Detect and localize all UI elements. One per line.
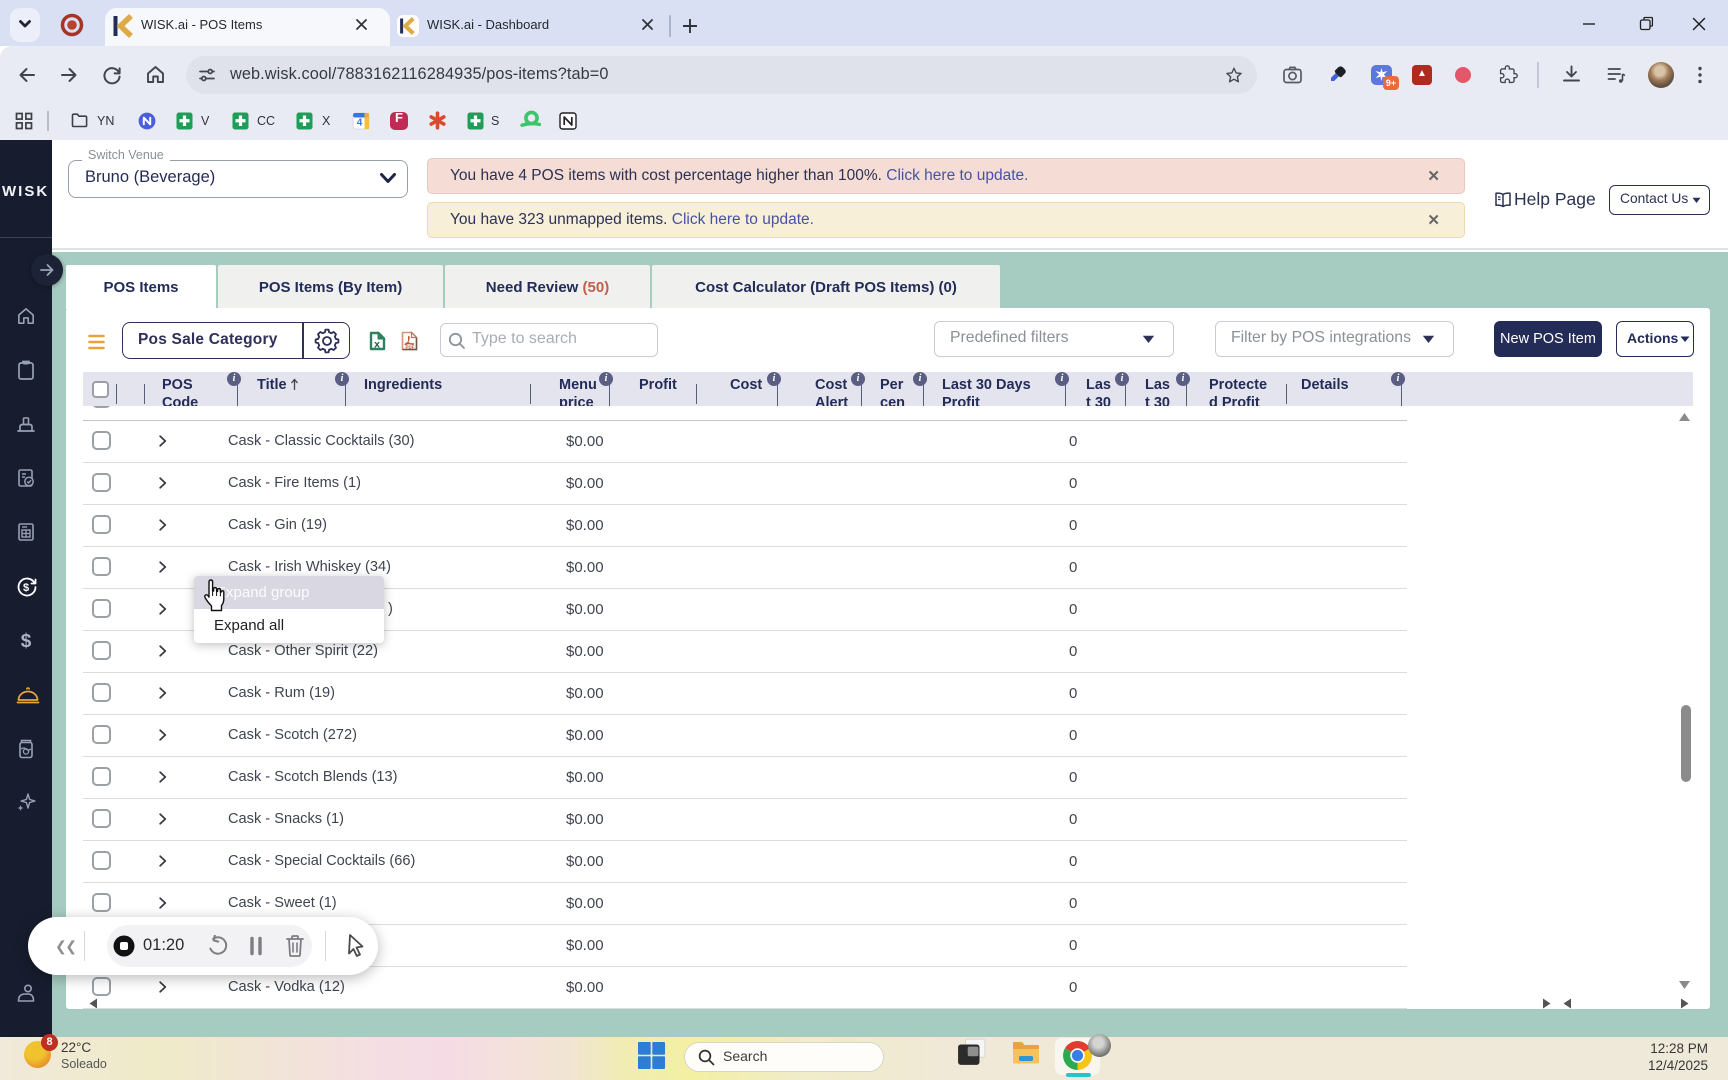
svg-text:4: 4: [357, 118, 363, 129]
svg-text:$: $: [23, 582, 29, 594]
svg-text:$: $: [21, 631, 32, 652]
